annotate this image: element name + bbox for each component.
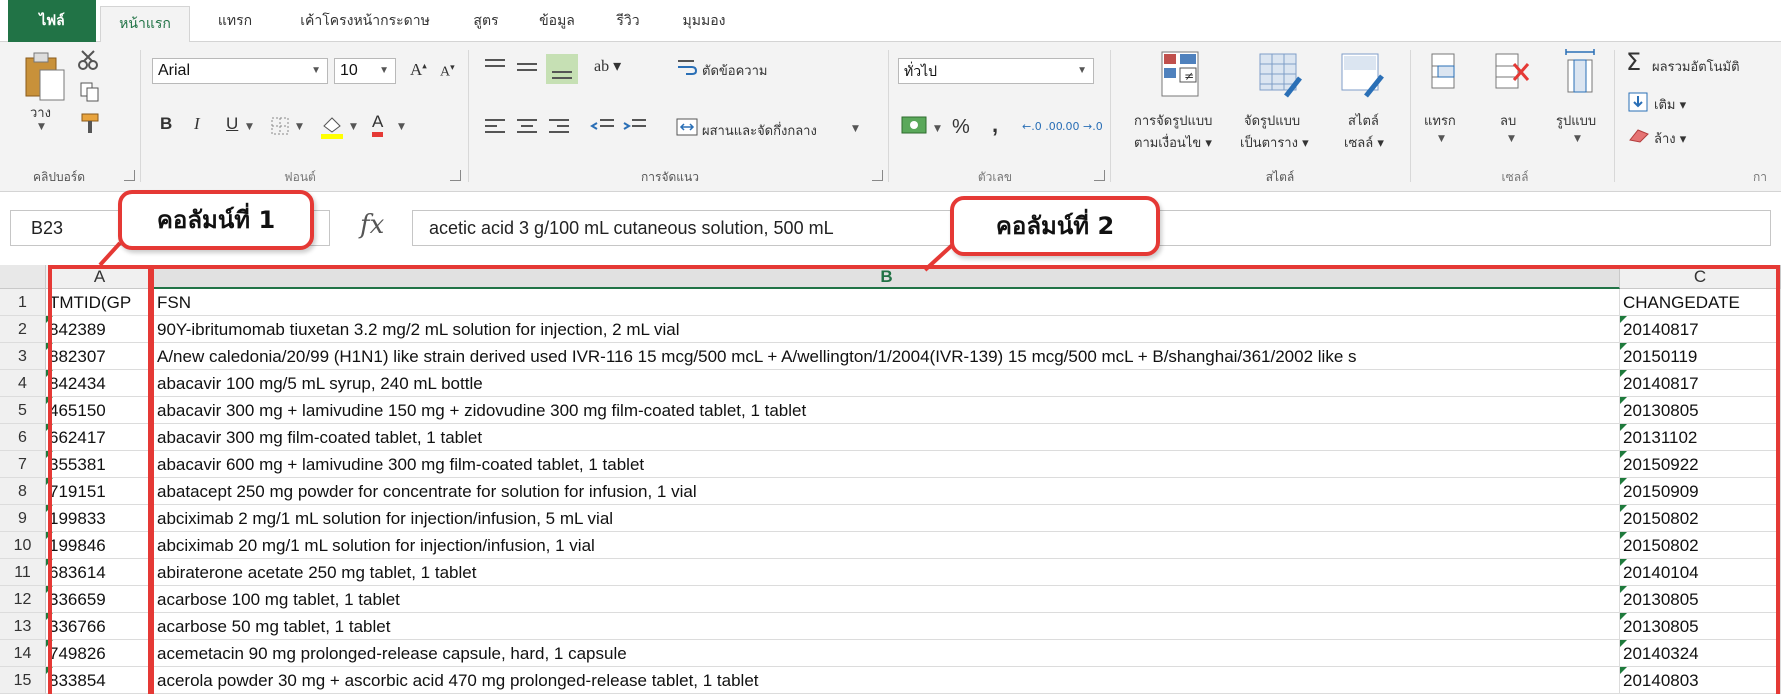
callout1-pointer (98, 241, 122, 267)
callout-column2: คอลัมน์ที่ 2 (950, 196, 1160, 256)
callout-column1: คอลัมน์ที่ 1 (118, 190, 314, 250)
callout-pointers (98, 236, 962, 272)
